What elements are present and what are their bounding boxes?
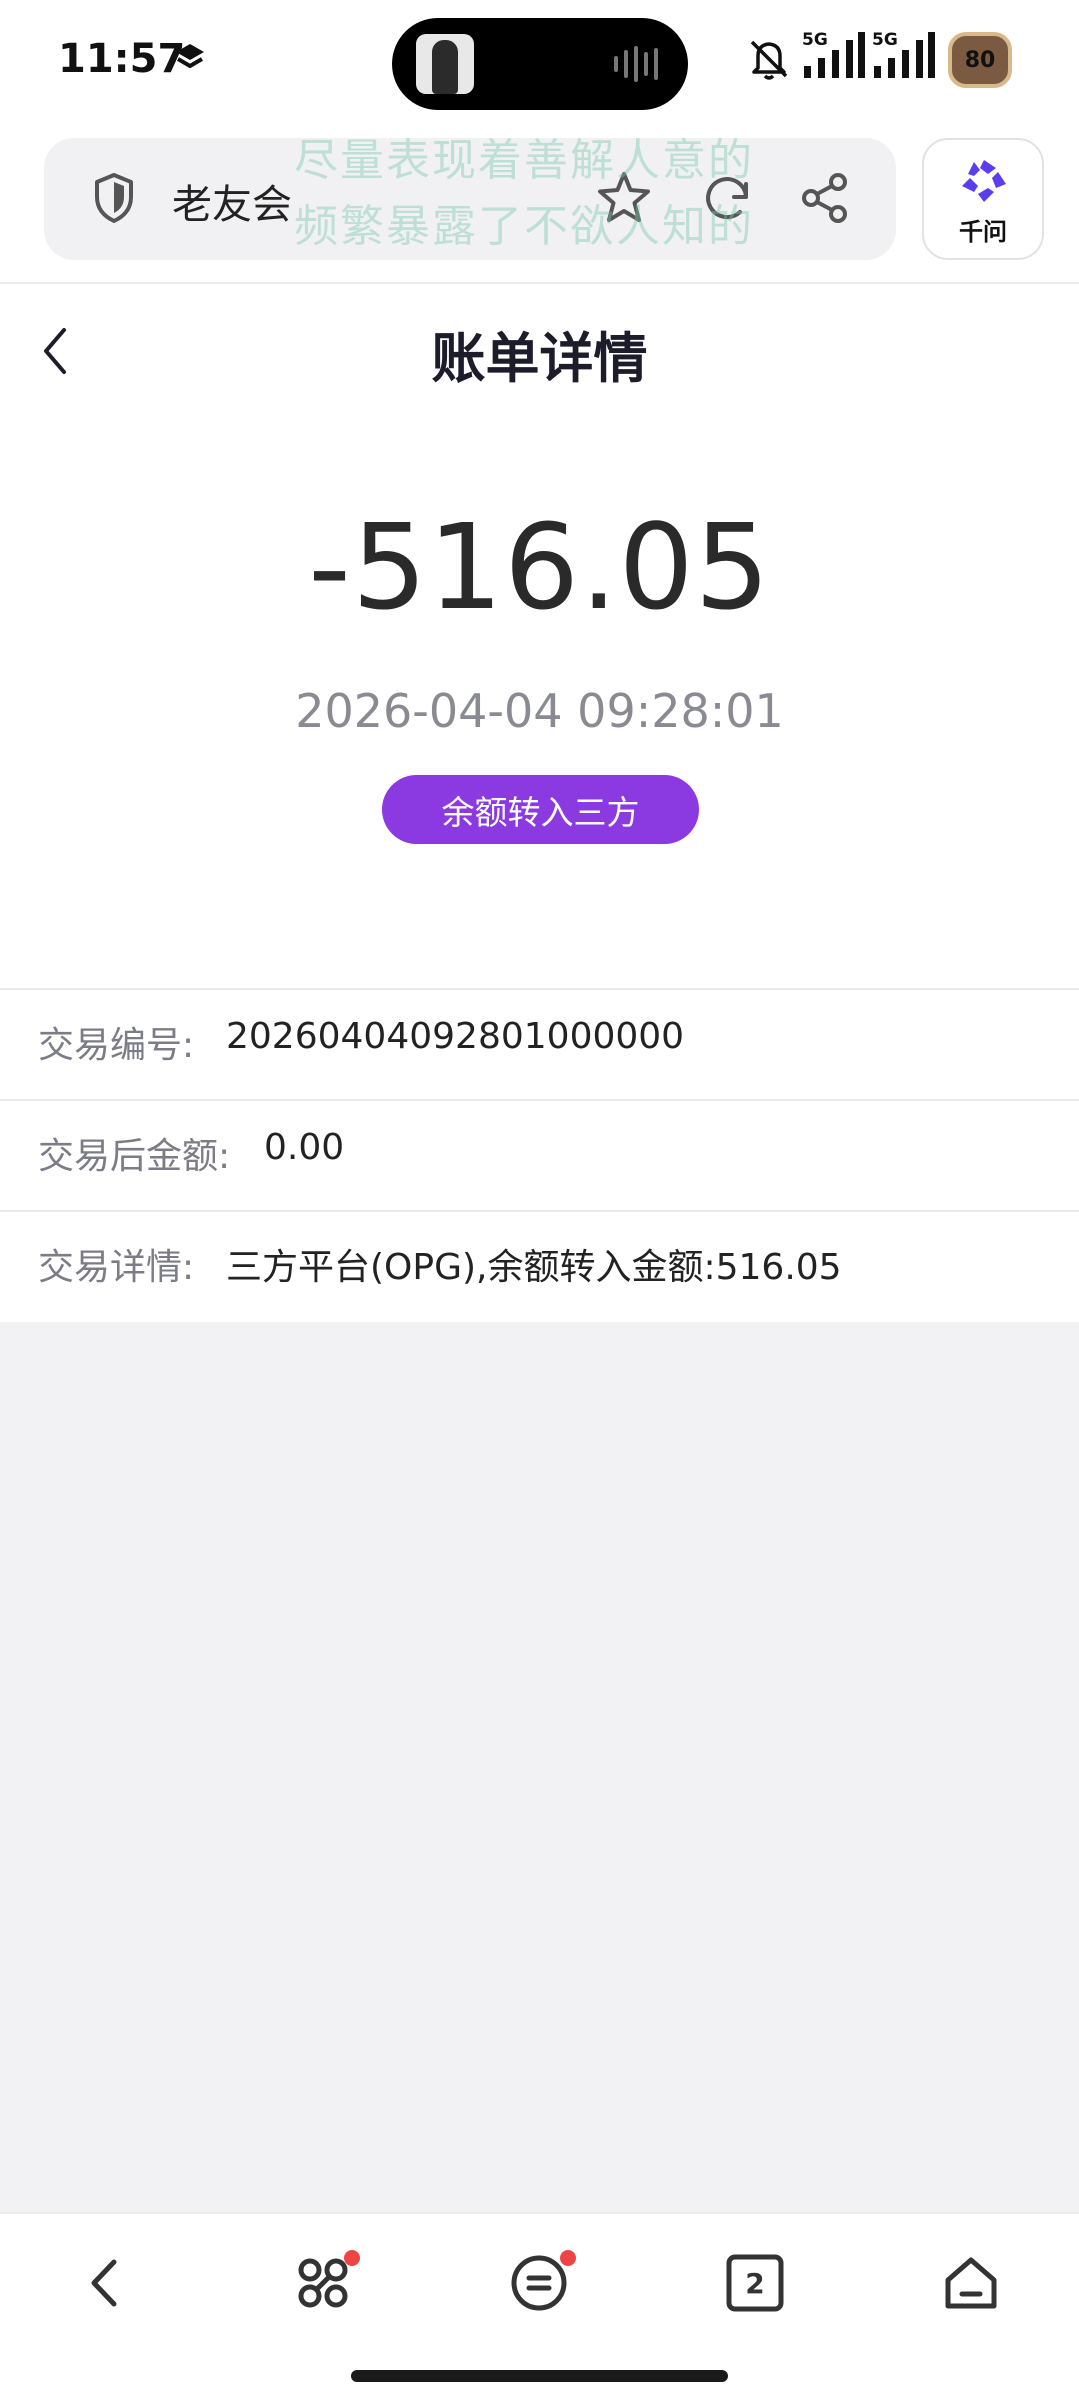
bell-off-icon: [746, 36, 792, 86]
tab-count: 2: [745, 2266, 765, 2300]
back-nav-icon[interactable]: [78, 2254, 136, 2316]
detail-label: 交易编号:: [38, 1025, 195, 1066]
transaction-amount: -516.05: [308, 498, 771, 636]
divider: [0, 282, 1079, 284]
address-bar[interactable]: 老友会: [44, 138, 896, 260]
signal-strength-icon: 5G: [872, 30, 938, 82]
detail-value: 0.00: [264, 1127, 345, 1168]
tabs-nav-icon[interactable]: 2: [726, 2254, 784, 2316]
media-thumbnail: [416, 34, 474, 94]
home-nav-icon[interactable]: [942, 2254, 1000, 2316]
home-indicator[interactable]: [351, 2370, 728, 2382]
shield-icon[interactable]: [92, 172, 136, 228]
transaction-type-badge: 余额转入三方: [382, 775, 699, 844]
signal-strength-icon: 5G: [802, 30, 868, 82]
detail-label: 交易后金额:: [38, 1136, 231, 1177]
detail-label: 交易详情:: [38, 1247, 195, 1288]
battery-indicator: 80: [948, 32, 1012, 88]
detail-row-balance-after: 交易后金额: 0.00: [0, 1101, 1079, 1209]
transaction-time: 2026-04-04 09:28:01: [295, 684, 784, 738]
share-icon[interactable]: [799, 172, 851, 228]
qianwen-assistant-button[interactable]: 千问: [922, 138, 1044, 260]
page-title: 账单详情: [431, 327, 648, 390]
site-name: 老友会: [172, 182, 292, 228]
menu-nav-icon[interactable]: [510, 2250, 576, 2316]
status-time: 11:57: [58, 36, 186, 82]
notification-dot: [344, 2250, 360, 2266]
discover-nav-icon[interactable]: [294, 2250, 360, 2316]
dynamic-island[interactable]: [392, 18, 688, 110]
reload-icon[interactable]: [702, 172, 754, 228]
layers-icon: [174, 42, 206, 80]
detail-row-transaction-id: 交易编号: 20260404092801000000: [0, 990, 1079, 1098]
detail-value: 三方平台(OPG),余额转入金额:516.05: [226, 1247, 842, 1288]
audio-wave-icon: [612, 46, 664, 86]
star-icon[interactable]: [596, 170, 652, 230]
detail-row-transaction-details: 交易详情: 三方平台(OPG),余额转入金额:516.05: [0, 1212, 1079, 1320]
qianwen-logo-icon: [958, 158, 1010, 210]
qianwen-label: 千问: [959, 218, 1007, 246]
detail-value: 20260404092801000000: [226, 1016, 685, 1057]
notification-dot: [560, 2250, 576, 2266]
